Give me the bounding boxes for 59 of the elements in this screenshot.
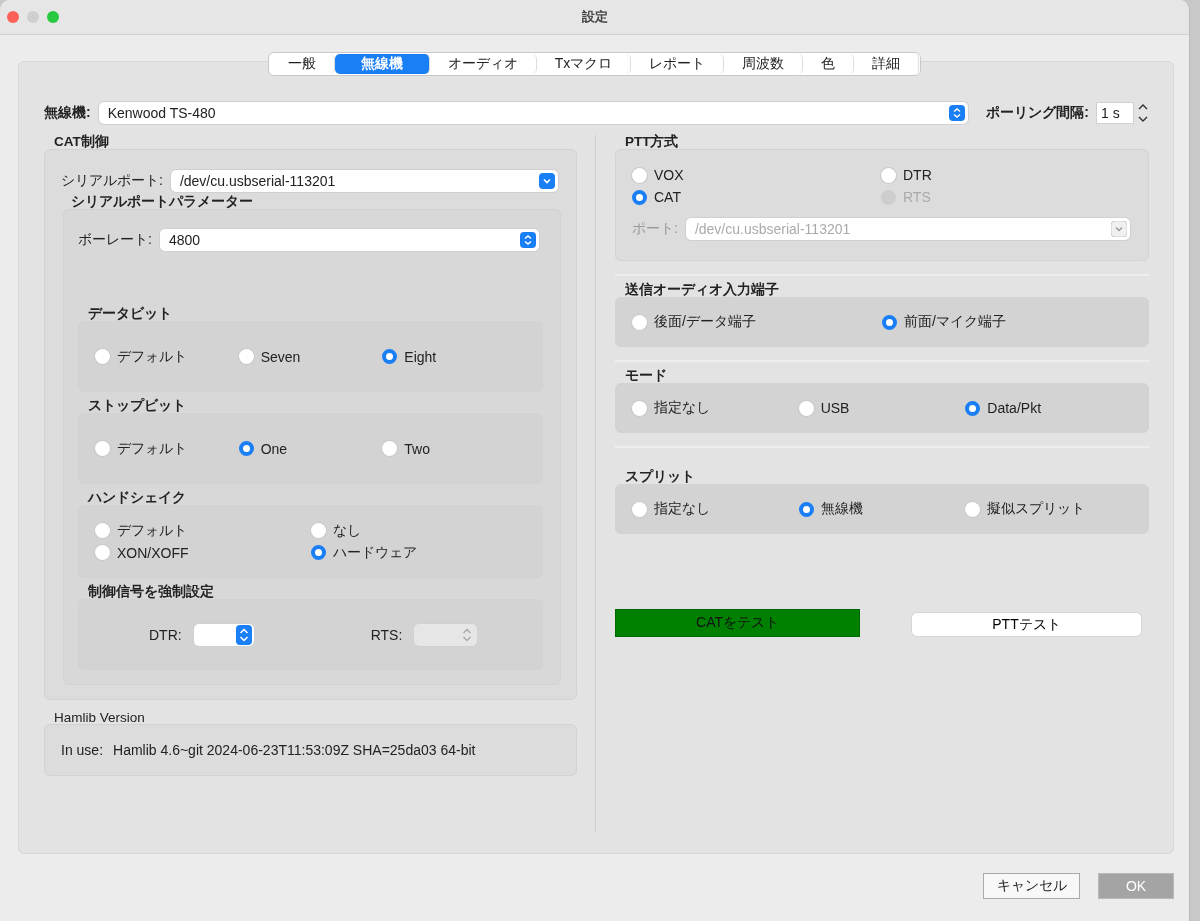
signal-label: DTR: [149, 626, 182, 643]
chevron-down-icon [539, 173, 555, 189]
radio-option[interactable]: DTR [881, 164, 1130, 186]
group-title: CAT制御 [54, 135, 109, 149]
group-title: ストップビット [88, 399, 186, 413]
stepper-icon [949, 105, 966, 121]
signal-label: RTS: [370, 626, 403, 643]
polling-field[interactable]: 1 s [1097, 103, 1133, 123]
group-title: スプリット [625, 470, 695, 484]
radio-option[interactable]: デフォルト [95, 519, 311, 542]
zoom-button[interactable] [47, 11, 59, 23]
radio-option[interactable]: 前面/マイク端子 [882, 311, 1132, 333]
spinner-arrows-icon[interactable] [1137, 102, 1149, 124]
radio-option[interactable]: なし [310, 519, 526, 542]
radio-option[interactable]: デフォルト [95, 345, 239, 368]
hamlib-version-text: Hamlib 4.6~git 2024-06-23T11:53:09Z SHA=25da03 64-bit [113, 742, 476, 758]
radio-option[interactable]: 指定なし [632, 498, 799, 520]
radio-option[interactable]: 無線機 [798, 498, 966, 520]
radio-option[interactable]: Seven [238, 345, 383, 368]
dialog-button[interactable]: キャンセル [983, 873, 1080, 899]
radio-option[interactable]: ハードウェア [310, 541, 526, 564]
radio-option[interactable]: 後面/データ端子 [632, 311, 882, 333]
radio-option[interactable]: 指定なし [632, 397, 799, 419]
tab[interactable]: 無線機 [334, 54, 430, 74]
close-button[interactable] [7, 11, 19, 23]
serial-port-label: シリアルポート: [61, 172, 163, 190]
group-title: モード [625, 369, 667, 383]
in-use-label: In use: [61, 742, 104, 758]
radio-option[interactable]: 擬似スプリット [965, 498, 1132, 520]
radio-option[interactable]: Eight [382, 345, 526, 368]
port-label: ポート: [632, 220, 678, 238]
window-title: 設定 [580, 8, 609, 26]
radio-option[interactable]: Data/Pkt [965, 397, 1132, 419]
test-button[interactable]: PTTテスト [912, 613, 1141, 636]
radio-option[interactable]: Two [382, 437, 526, 460]
group-title: データビット [88, 307, 172, 321]
stepper-icon [235, 624, 252, 645]
group-title: シリアルポートパラメーター [71, 195, 253, 209]
radio-option[interactable]: USB [798, 397, 966, 419]
group-title: 制御信号を強制設定 [88, 585, 214, 599]
radio-option[interactable]: One [238, 437, 383, 460]
rig-label: 無線機: [44, 104, 91, 122]
group-title: PTT方式 [625, 135, 679, 149]
signal-dropdown[interactable] [193, 623, 254, 646]
stepper-icon [520, 232, 536, 248]
radio-option[interactable]: VOX [632, 164, 881, 186]
baud-rate-dropdown[interactable]: 4800 [159, 229, 539, 251]
group-title: Hamlib Version [54, 711, 145, 725]
group-title: ハンドシェイク [88, 491, 186, 505]
radio-option[interactable]: CAT [632, 186, 881, 208]
chevron-down-icon [1111, 221, 1127, 237]
rig-dropdown[interactable]: Kenwood TS-480 [98, 102, 969, 124]
test-button[interactable]: CATをテスト [615, 609, 860, 637]
radio-option[interactable]: デフォルト [95, 437, 239, 460]
group-title: 送信オーディオ入力端子 [625, 283, 779, 297]
baud-rate-label: ボーレート: [78, 231, 152, 249]
radio-option[interactable]: XON/XOFF [95, 541, 311, 564]
serial-port-dropdown[interactable]: /dev/cu.usbserial-113201 [170, 170, 558, 192]
polling-label: ポーリング間隔: [986, 104, 1089, 122]
